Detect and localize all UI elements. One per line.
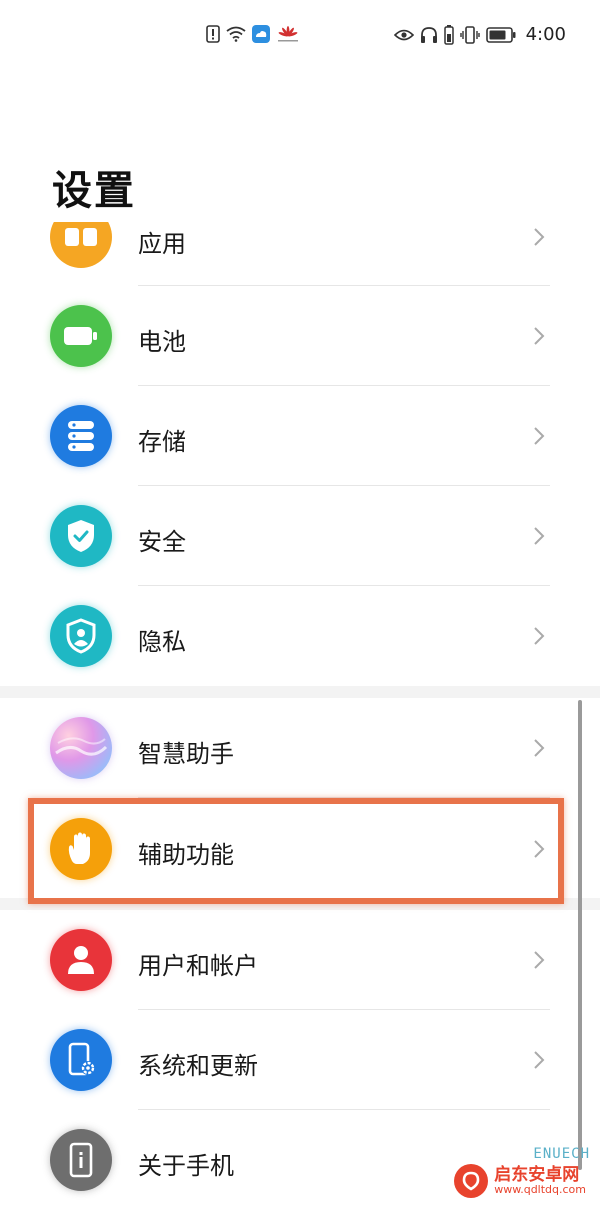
eye-icon — [393, 28, 414, 42]
highlight-box — [28, 798, 564, 904]
battery-icon — [485, 26, 516, 43]
chevron-right-icon — [534, 228, 545, 246]
settings-item-assistant[interactable]: 智慧助手 — [0, 698, 600, 798]
assistant-orb-icon — [50, 717, 112, 779]
settings-item-label: 电池 — [138, 328, 186, 356]
watermark-logo-icon — [454, 1164, 489, 1198]
settings-item-privacy[interactable]: 隐私 — [0, 586, 600, 686]
settings-item-accounts[interactable]: 用户和帐户 — [0, 910, 600, 1010]
settings-item-label: 系统和更新 — [138, 1052, 258, 1080]
vibrate-icon — [459, 25, 480, 44]
watermark-top-text: ENUECH — [533, 1146, 590, 1162]
settings-item-label: 关于手机 — [138, 1152, 234, 1180]
chevron-right-icon — [534, 951, 545, 969]
user-icon — [50, 929, 112, 991]
group-separator — [0, 686, 600, 698]
cloud-app-icon — [252, 25, 270, 43]
settings-item-label: 隐私 — [138, 628, 186, 656]
chevron-right-icon — [534, 527, 545, 545]
battery-icon — [50, 305, 112, 367]
settings-item-system[interactable]: 系统和更新 — [0, 1010, 600, 1110]
battery-saver-icon — [443, 24, 454, 45]
settings-item-label: 应用 — [138, 230, 186, 258]
watermark-text: 启东安卓网 www.qdltdq.com — [494, 1166, 586, 1196]
page-title: 设置 — [52, 168, 136, 214]
settings-item-label: 存储 — [138, 428, 186, 456]
storage-icon — [50, 405, 112, 467]
status-right-icons: 4:00 — [393, 24, 566, 45]
settings-item-storage[interactable]: 存储 — [0, 386, 600, 486]
settings-item-label: 安全 — [138, 528, 186, 556]
watermark-url: www.qdltdq.com — [494, 1183, 586, 1196]
scrollbar[interactable] — [578, 700, 582, 1170]
headphones-icon — [420, 26, 438, 44]
settings-item-label: 用户和帐户 — [138, 952, 258, 980]
settings-item-battery[interactable]: 电池 — [0, 286, 600, 386]
settings-item-label: 智慧助手 — [138, 740, 234, 768]
wifi-icon — [226, 26, 246, 42]
chevron-right-icon — [534, 1051, 545, 1069]
watermark-brand: 启东安卓网 — [494, 1165, 580, 1185]
settings-item-apps[interactable]: 应用 — [0, 222, 600, 286]
chevron-right-icon — [534, 739, 545, 757]
huawei-icon — [276, 25, 300, 43]
privacy-shield-icon — [50, 605, 112, 667]
alert-sim-icon — [206, 25, 220, 43]
chevron-right-icon — [534, 327, 545, 345]
apps-icon — [50, 222, 112, 268]
status-bar: 4:00 — [0, 0, 600, 70]
status-left-icons — [206, 25, 300, 43]
chevron-right-icon — [534, 627, 545, 645]
phone-gear-icon — [50, 1029, 112, 1091]
watermark: 启东安卓网 www.qdltdq.com — [454, 1164, 586, 1198]
chevron-right-icon — [534, 427, 545, 445]
phone-info-icon — [50, 1129, 112, 1191]
shield-check-icon — [50, 505, 112, 567]
status-time: 4:00 — [525, 24, 566, 45]
settings-item-security[interactable]: 安全 — [0, 486, 600, 586]
